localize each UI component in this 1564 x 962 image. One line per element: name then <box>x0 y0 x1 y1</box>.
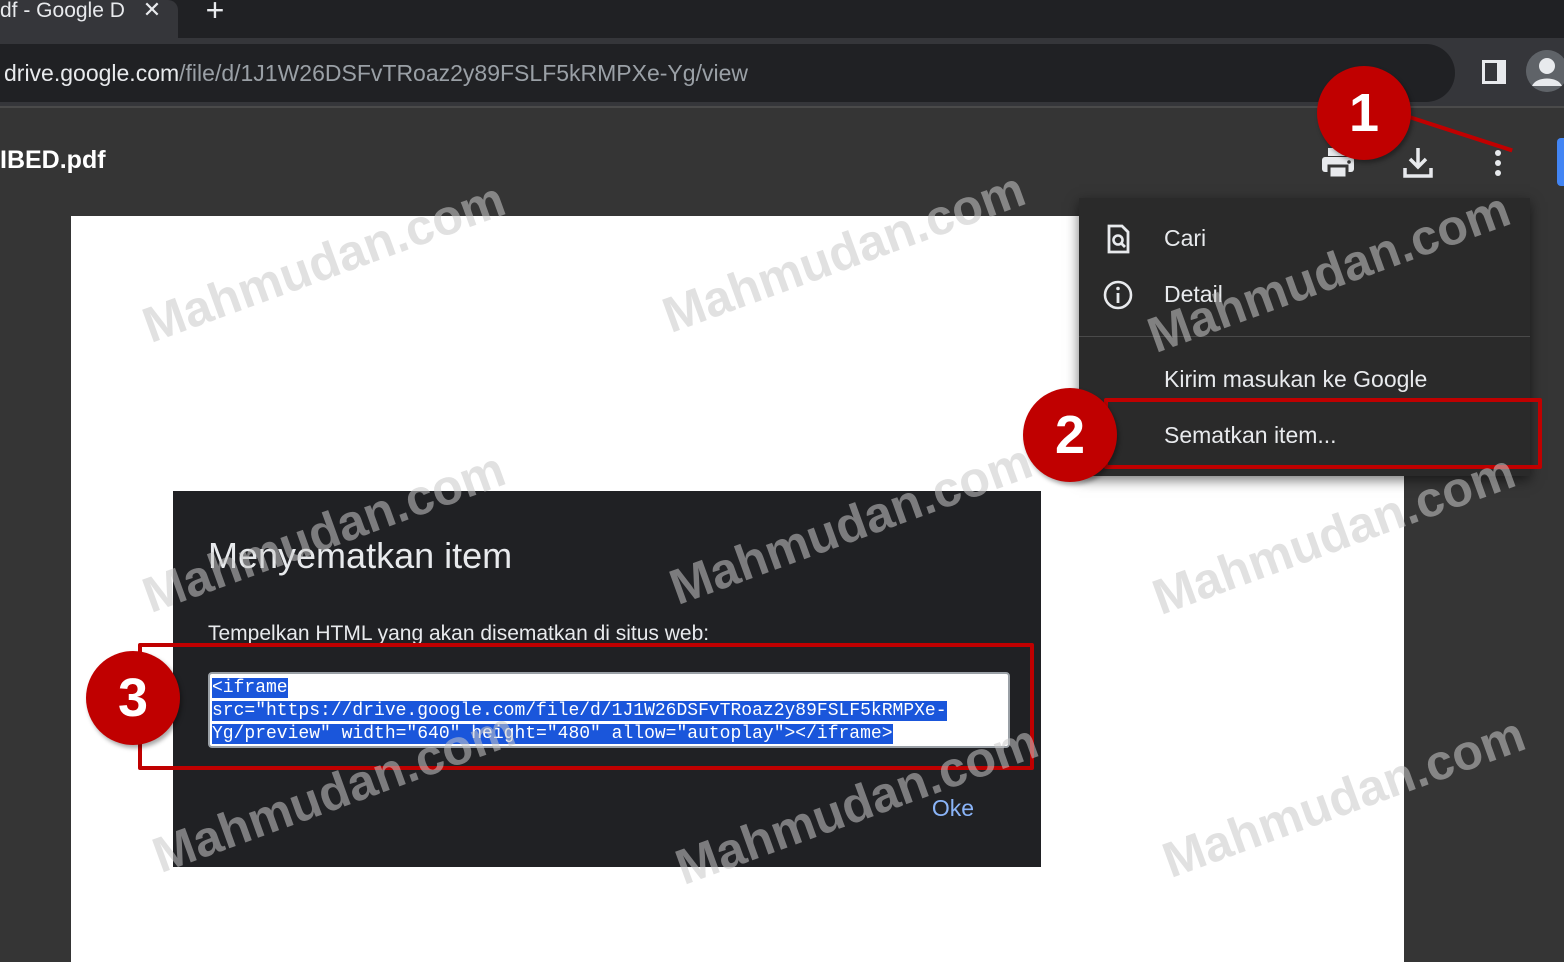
menu-item-detail[interactable]: Detail <box>1079 266 1530 322</box>
menu-item-label: Kirim masukan ke Google <box>1164 366 1428 392</box>
step-badge-1: 1 <box>1317 66 1411 160</box>
side-panel-icon[interactable] <box>1482 60 1506 84</box>
ok-button[interactable]: Oke <box>913 791 993 825</box>
info-icon <box>1101 278 1135 312</box>
browser-tab[interactable]: df - Google D ✕ <box>0 0 178 38</box>
step-badge-3: 3 <box>86 651 180 745</box>
close-icon[interactable]: ✕ <box>140 0 164 22</box>
highlight-box-code <box>138 643 1034 770</box>
address-bar[interactable]: drive.google.com/file/d/1J1W26DSFvTRoaz2… <box>0 44 1455 102</box>
url-host: drive.google.com <box>4 60 180 86</box>
download-icon[interactable] <box>1398 144 1438 182</box>
find-in-page-icon <box>1101 222 1135 256</box>
tab-title: df - Google D <box>0 0 125 22</box>
url: drive.google.com/file/d/1J1W26DSFvTRoaz2… <box>4 60 748 86</box>
menu-item-label: Detail <box>1164 281 1223 307</box>
url-path: /file/d/1J1W26DSFvTRoaz2y89FSLF5kRMPXe-Y… <box>179 60 748 86</box>
new-tab-icon[interactable]: + <box>200 0 230 26</box>
dialog-title: Menyematkan item <box>208 535 513 576</box>
profile-icon[interactable] <box>1526 50 1564 92</box>
menu-item-label: Cari <box>1164 225 1207 251</box>
menu-item-cari[interactable]: Cari <box>1079 210 1530 266</box>
step-badge-2: 2 <box>1023 388 1117 482</box>
tab-strip: df - Google D ✕ + <box>0 0 1564 38</box>
menu-divider <box>1079 336 1530 337</box>
file-name: IBED.pdf <box>0 146 106 174</box>
highlight-box-embed <box>1104 398 1542 469</box>
side-button-edge[interactable] <box>1557 138 1564 186</box>
